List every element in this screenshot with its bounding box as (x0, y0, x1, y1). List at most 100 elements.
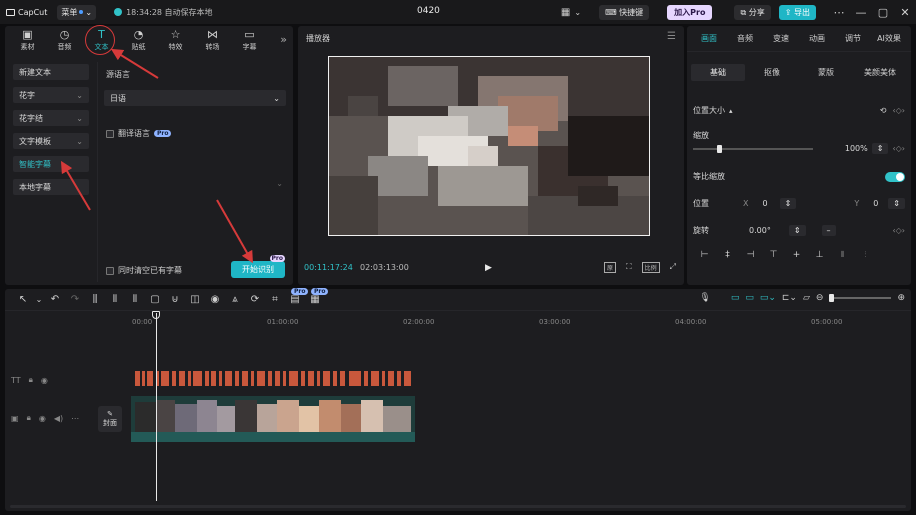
align-top-icon[interactable]: ⊤ (762, 250, 785, 260)
menu-button[interactable]: 菜单 ⌄ (57, 4, 97, 20)
rotate-icon[interactable]: ⟳ (245, 294, 265, 305)
playhead[interactable] (156, 313, 157, 501)
flip-icon[interactable]: – (821, 225, 836, 236)
reset-icon[interactable]: ⟲ (880, 106, 887, 115)
tab-stickers[interactable]: ◔ 贴纸 (120, 26, 157, 52)
x-stepper-icon[interactable]: ⇕ (779, 198, 797, 209)
subtab-cutout[interactable]: 抠像 (745, 64, 799, 81)
redo-icon[interactable]: ↷ (65, 294, 85, 305)
split-right-icon[interactable]: ⦀ (125, 294, 145, 305)
main-track-magnet-icon[interactable]: ▭ (731, 293, 740, 303)
tab-media[interactable]: ▣ 素材 (9, 26, 46, 52)
timeline-scrollbar[interactable] (10, 505, 906, 508)
linkage-icon[interactable]: ▭⌄ (760, 293, 776, 303)
subtab-mask[interactable]: 蒙版 (799, 64, 853, 81)
video-clip[interactable] (131, 396, 415, 442)
delete-icon[interactable]: ▢ (145, 294, 165, 305)
more-icon[interactable]: ⋯ (71, 414, 79, 423)
clear-existing-checkbox[interactable] (106, 266, 114, 275)
tab-animation[interactable]: 动画 (799, 33, 835, 44)
sidebar-item-new-text[interactable]: 新建文本 (13, 64, 89, 80)
transform-frame[interactable] (328, 56, 650, 236)
eye-icon[interactable]: ◉ (41, 376, 48, 385)
uniform-scale-toggle[interactable] (885, 171, 905, 182)
chevron-down-icon[interactable]: ⌄ (276, 179, 283, 188)
scale-stepper-icon[interactable]: ⇕ (871, 143, 889, 154)
y-stepper-icon[interactable]: ⇕ (888, 198, 905, 209)
zoom-in-icon[interactable]: ⊕ (897, 293, 905, 303)
sidebar-item-auto-captions[interactable]: 智能字幕 (13, 156, 89, 172)
tab-ai-effects[interactable]: AI效果 (871, 33, 907, 44)
video-preview[interactable] (328, 56, 650, 236)
zoom-slider-handle[interactable] (829, 294, 835, 302)
smart-cut-icon[interactable]: ▤ Pro (285, 288, 309, 305)
align-center-v-icon[interactable]: + (785, 250, 808, 260)
eye-icon[interactable]: ◉ (39, 414, 46, 423)
rotation-value[interactable]: 0.00° (749, 226, 771, 235)
zoom-slider[interactable] (829, 294, 892, 302)
freeze-icon[interactable]: ⊍ (165, 294, 185, 305)
auto-reframe-icon[interactable]: ▦ Pro (305, 288, 329, 305)
sidebar-item-fancy-knot[interactable]: 花字结 ⌄ (13, 110, 89, 126)
reverse-icon[interactable]: ◫ (185, 294, 205, 305)
tab-transitions[interactable]: ⋈ 转场 (194, 26, 231, 52)
subtab-retouch[interactable]: 美颜美体 (853, 64, 907, 81)
keyframe-icon[interactable]: ‹◇› (892, 226, 905, 235)
crop-icon[interactable]: ⌗ (265, 294, 285, 305)
comment-icon[interactable]: ▱ (803, 293, 810, 303)
project-title[interactable]: 0420 (417, 6, 440, 16)
fit-screen-icon[interactable]: ⛶ (626, 262, 632, 273)
zoom-out-icon[interactable]: ⊖ (816, 293, 824, 303)
tab-effects[interactable]: ☆ 特效 (157, 26, 194, 52)
keyframe-icon[interactable]: ‹◇› (892, 106, 905, 115)
lock-icon[interactable]: 🔒︎ (29, 375, 33, 385)
menu-icon[interactable]: ☰ (667, 31, 676, 42)
split-left-icon[interactable]: ⦀ (105, 294, 125, 305)
scale-value[interactable]: 100% (845, 144, 868, 153)
close-icon[interactable]: ✕ (894, 6, 916, 19)
y-value[interactable]: 0 (873, 199, 878, 208)
lock-icon[interactable]: 🔒︎ (27, 413, 31, 423)
tab-speed[interactable]: 变速 (763, 33, 799, 44)
align-right-icon[interactable]: ⊣ (739, 250, 762, 260)
export-button[interactable]: ⇪ 导出 (778, 4, 816, 20)
sidebar-item-text-templates[interactable]: 文字模板 ⌄ (13, 133, 89, 149)
rotation-stepper-icon[interactable]: ⇕ (788, 225, 806, 236)
align-bottom-icon[interactable]: ⊥ (808, 250, 831, 260)
layout-chevron-icon[interactable]: ⌄ (574, 8, 581, 17)
keyframe-icon[interactable]: ‹◇› (892, 144, 905, 153)
share-button[interactable]: ⧉ 分享 (734, 4, 771, 20)
maximize-icon[interactable]: ▢ (872, 6, 894, 19)
play-icon[interactable]: ▶ (485, 263, 492, 273)
fullscreen-icon[interactable]: ⤢ (670, 262, 676, 273)
select-tool-icon[interactable]: ↖ (13, 294, 33, 305)
align-left-icon[interactable]: ⊢ (693, 250, 716, 260)
start-recognition-button[interactable]: 开始识别 Pro (231, 255, 285, 278)
time-ruler[interactable]: 00:00 01:00:00 02:00:00 03:00:00 04:00:0… (130, 314, 900, 328)
collapse-icon[interactable]: ▴ (729, 107, 733, 115)
distribute-v-icon[interactable]: ⫶ (854, 250, 877, 260)
shortcut-button[interactable]: ⌨ 快捷键 (599, 4, 650, 20)
auto-snap-icon[interactable]: ▭ (745, 293, 754, 303)
microphone-icon[interactable]: 🎙 (699, 293, 710, 303)
subtab-basic[interactable]: 基础 (691, 64, 745, 81)
tab-audio[interactable]: ◷ 音频 (46, 26, 83, 52)
tab-audio[interactable]: 音频 (727, 33, 763, 44)
distribute-h-icon[interactable]: ⫴ (831, 250, 854, 260)
mirror-icon[interactable]: ⩓ (225, 294, 245, 305)
translate-checkbox[interactable] (106, 129, 114, 138)
layout-icon[interactable]: ▦ (561, 7, 570, 18)
caption-clips-track[interactable] (135, 371, 413, 386)
tab-adjust[interactable]: 调节 (835, 33, 871, 44)
sidebar-item-fancy-text[interactable]: 花字 ⌄ (13, 87, 89, 103)
record-icon[interactable]: ◉ (205, 294, 225, 305)
tab-captions[interactable]: ▭ 字幕 (231, 26, 268, 52)
more-tabs-icon[interactable]: » (280, 33, 287, 46)
align-center-h-icon[interactable]: ‡ (716, 250, 739, 260)
more-icon[interactable]: ⋯ (828, 6, 850, 19)
sidebar-item-local-captions[interactable]: 本地字幕 (13, 179, 89, 195)
join-pro-button[interactable]: 加入Pro (667, 4, 713, 20)
original-size-button[interactable]: 原 (603, 262, 616, 273)
aspect-ratio-button[interactable]: 比例 (641, 262, 660, 273)
x-value[interactable]: 0 (762, 199, 767, 208)
